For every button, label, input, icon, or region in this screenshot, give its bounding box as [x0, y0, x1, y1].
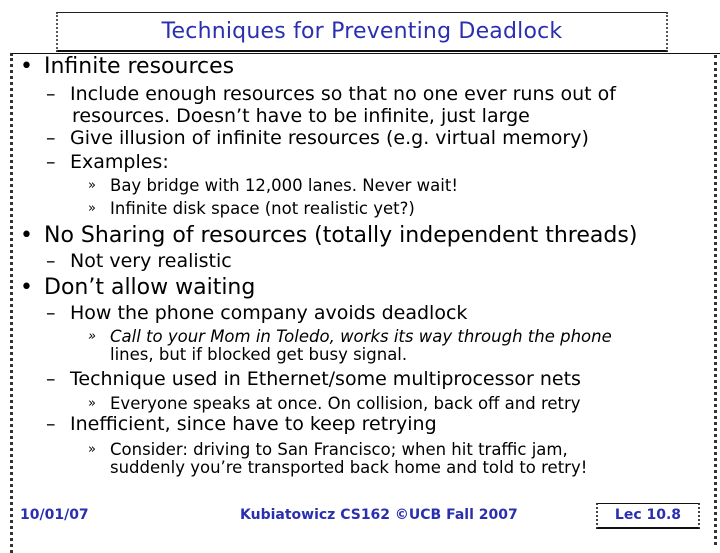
sub-item: – Technique used in Ethernet/some multipr… [46, 368, 581, 390]
sub-item: – Not very realistic [46, 250, 232, 272]
bullet-infinite-resources: • Infinite resources [20, 54, 235, 79]
sub-item: – Examples: [46, 151, 169, 173]
sub-item-continuation: resources. Doesn’t have to be infinite, … [72, 105, 530, 127]
sub-sub-item: » Everyone speaks at once. On collision, … [88, 394, 581, 413]
raquo-icon: » [88, 442, 96, 457]
lecture-number: Lec 10.8 [614, 507, 682, 523]
lecture-number-box: Lec 10.8 [596, 503, 700, 529]
bullet-icon: • [20, 54, 33, 79]
dash-icon: – [46, 83, 56, 105]
bullet-icon: • [20, 223, 33, 248]
dash-icon: – [46, 413, 56, 435]
raquo-icon: » [88, 329, 97, 344]
sub-item: – Give illusion of infinite resources (e.… [46, 127, 589, 149]
dash-icon: – [46, 151, 56, 173]
bullet-dont-allow-waiting: • Don’t allow waiting [20, 275, 256, 300]
dash-icon: – [46, 368, 56, 390]
sub-sub-item: » Infinite disk space (not realistic yet?… [88, 199, 415, 218]
sub-sub-item: » Bay bridge with 12,000 lanes. Never wai… [88, 176, 458, 195]
footer-date: 10/01/07 [20, 507, 89, 523]
sub-sub-item-continuation: lines, but if blocked get busy signal. [110, 345, 408, 364]
frame-right-edge [714, 55, 717, 545]
dash-icon: – [46, 302, 56, 324]
sub-item: – Inefficient, since have to keep retryin… [46, 413, 437, 435]
raquo-icon: » [88, 178, 96, 193]
slide-title: Techniques for Preventing Deadlock [161, 19, 563, 44]
sub-sub-item: » Call to your Mom in Toledo, works its w… [88, 327, 612, 346]
bullet-no-sharing: • No Sharing of resources (totally indepe… [20, 223, 638, 248]
title-box: Techniques for Preventing Deadlock [56, 12, 668, 52]
sub-item: – How the phone company avoids deadlock [46, 302, 468, 324]
dash-icon: – [46, 250, 56, 272]
sub-item: – Include enough resources so that no one… [46, 83, 616, 105]
sub-sub-item: » Consider: driving to San Francisco; whe… [88, 440, 568, 459]
raquo-icon: » [88, 396, 96, 411]
raquo-icon: » [88, 201, 96, 216]
footer-course: Kubiatowicz CS162 ©UCB Fall 2007 [240, 507, 518, 523]
sub-sub-item-continuation: suddenly you’re transported back home an… [110, 458, 588, 477]
bullet-icon: • [20, 275, 33, 300]
dash-icon: – [46, 127, 56, 149]
